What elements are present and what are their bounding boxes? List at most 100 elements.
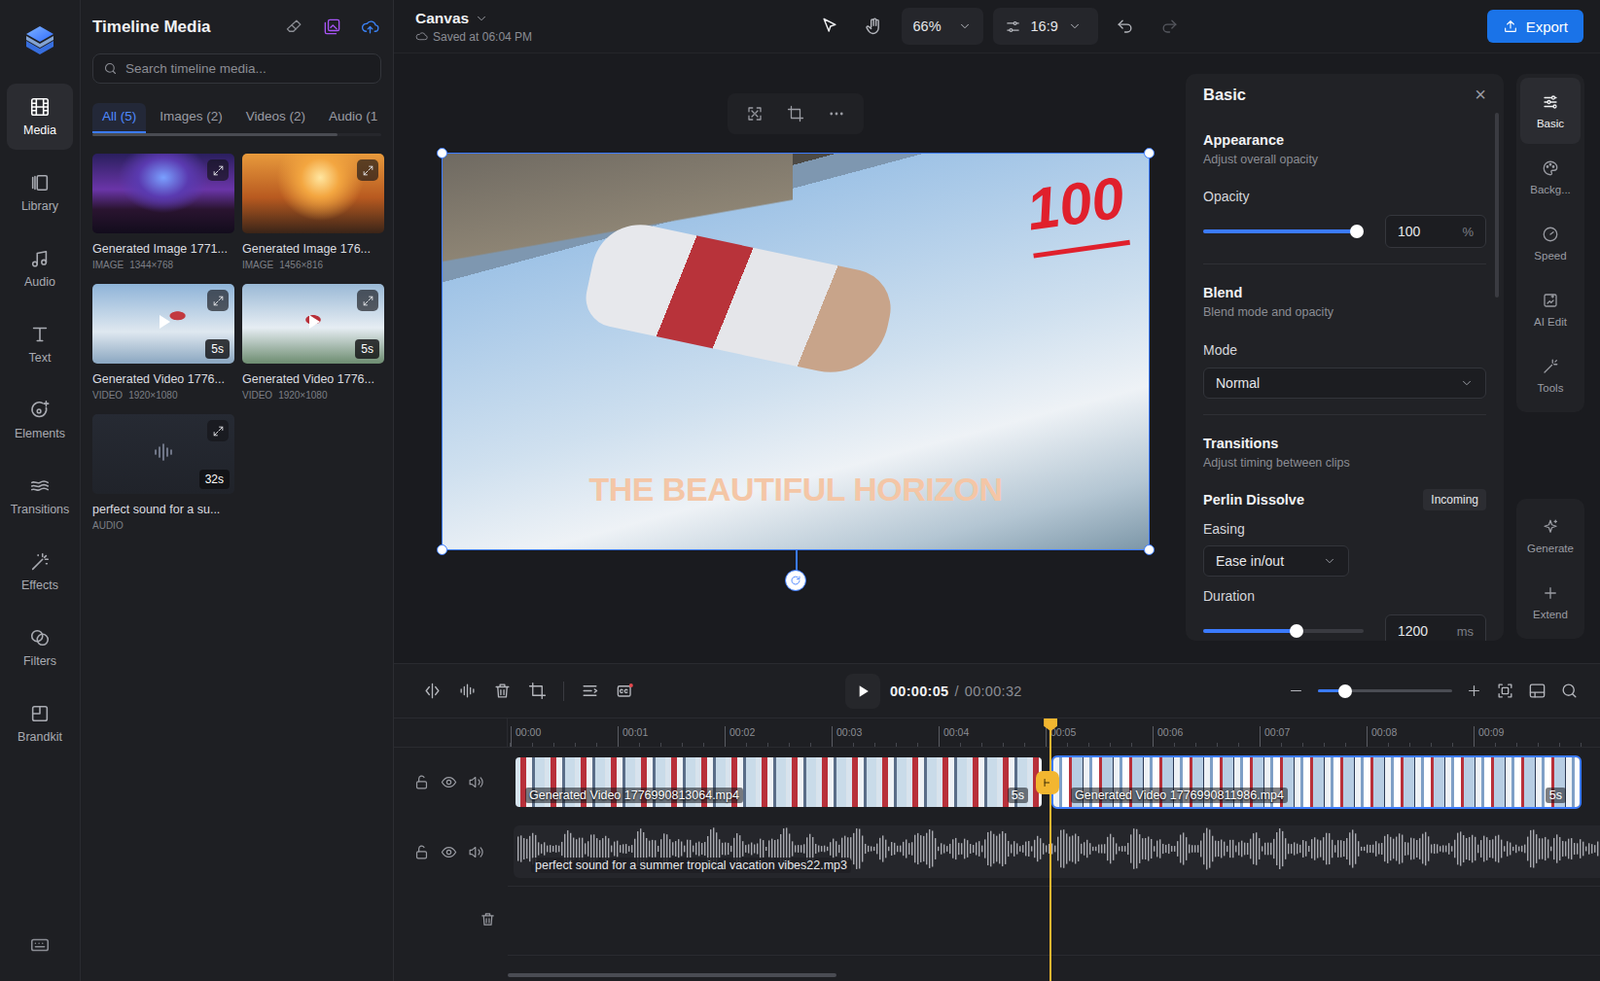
media-meta: AUDIO — [92, 520, 235, 532]
arrange-button[interactable] — [580, 681, 600, 701]
fit-button[interactable] — [739, 98, 771, 130]
search-button[interactable] — [1560, 681, 1579, 701]
top-bar: CanvasSaved at 06:04 PM66%16:9Export — [393, 0, 1600, 54]
tool-tab[interactable]: Tools — [1520, 342, 1581, 409]
zoom-select[interactable]: 66% — [901, 7, 984, 45]
select-value: Normal — [1215, 375, 1260, 392]
video-clip[interactable]: Generated Video 1776990811986.mp45s — [1051, 755, 1582, 810]
blend-mode-select[interactable]: Normal — [1203, 367, 1487, 399]
zoom-knob[interactable] — [1338, 684, 1352, 699]
upload-button[interactable] — [360, 17, 380, 36]
expand-button[interactable] — [356, 159, 379, 181]
aspect-select[interactable]: 16:9 — [993, 7, 1099, 45]
media-tab[interactable]: Audio (1 — [319, 103, 382, 134]
project-menu[interactable]: Canvas — [415, 9, 813, 28]
expand-button[interactable] — [207, 289, 229, 312]
captions-button[interactable] — [615, 681, 635, 701]
undo-button[interactable] — [1107, 8, 1143, 44]
delete-button[interactable] — [493, 681, 512, 701]
rail-item[interactable]: Filters — [6, 614, 73, 681]
opacity-slider-knob[interactable] — [1350, 224, 1364, 239]
storyboard-button[interactable] — [1528, 681, 1547, 701]
more-button[interactable] — [820, 98, 853, 130]
redo-button[interactable] — [1152, 8, 1188, 44]
canvas-frame[interactable]: 100 THE BEAUTIFUL HORIZON — [441, 152, 1150, 551]
easing-select[interactable]: Ease in/out — [1203, 545, 1350, 577]
select-tool[interactable] — [812, 8, 848, 44]
split-button[interactable] — [423, 681, 442, 701]
eye-icon[interactable] — [440, 774, 458, 791]
duration-slider-knob[interactable] — [1289, 624, 1304, 639]
volume-icon[interactable] — [467, 844, 485, 861]
expand-button[interactable] — [207, 420, 229, 442]
fit-timeline-button[interactable] — [1495, 681, 1515, 701]
tool-tab[interactable]: Backg... — [1520, 143, 1581, 211]
close-button[interactable]: × — [1474, 79, 1487, 109]
rail-item[interactable]: Transitions — [6, 462, 73, 530]
sticker[interactable]: 100 — [1023, 168, 1131, 258]
play-button[interactable] — [845, 674, 881, 710]
rail-item[interactable]: Audio — [6, 235, 73, 302]
video-clip[interactable]: Generated Video 1776990813064.mp45s — [513, 755, 1044, 810]
tool-label: Backg... — [1529, 183, 1571, 196]
duration-slider-input[interactable]: 1200ms — [1385, 614, 1487, 641]
transition-marker[interactable] — [1035, 771, 1060, 795]
timeline-zoom-slider[interactable] — [1317, 689, 1453, 693]
keyboard-shortcuts[interactable] — [29, 934, 51, 960]
rail-item[interactable]: Elements — [6, 387, 73, 454]
media-panel-header: Timeline Media — [80, 0, 393, 54]
rail-item[interactable]: Library — [6, 159, 73, 226]
opacity-slider-track[interactable] — [1203, 229, 1364, 234]
rail-item[interactable]: Brandkit — [6, 690, 73, 757]
action-button[interactable]: Extend — [1520, 568, 1581, 636]
media-tab[interactable]: All (5) — [92, 103, 146, 134]
media-tab[interactable]: Images (2) — [149, 103, 233, 134]
eye-icon[interactable] — [440, 844, 458, 861]
lock-icon[interactable] — [413, 774, 430, 791]
delete-track-button[interactable] — [479, 911, 497, 932]
clear-button[interactable] — [284, 17, 304, 36]
search-input[interactable] — [125, 61, 371, 76]
crop-button[interactable] — [528, 681, 547, 701]
rotate-handle[interactable] — [784, 569, 807, 592]
media-card[interactable]: Generated Image 176...IMAGE1456×816 — [242, 153, 385, 271]
playhead[interactable] — [1049, 718, 1052, 981]
media-card[interactable]: Generated Image 1771...IMAGE1344×768 — [92, 153, 235, 271]
action-button[interactable]: Generate — [1520, 502, 1581, 569]
tool-tab[interactable]: Basic — [1520, 77, 1581, 144]
duration-slider-track[interactable] — [1203, 629, 1364, 634]
ruler-row: 00:0000:0100:0200:0300:0400:0500:0600:07… — [393, 718, 1600, 748]
zoom-in-button[interactable] — [1465, 682, 1483, 700]
plus-icon — [1465, 682, 1483, 700]
resize-handle[interactable] — [1143, 147, 1155, 159]
audio-button[interactable] — [458, 681, 477, 701]
expand-button[interactable] — [356, 289, 379, 312]
rail-item[interactable]: Media — [6, 83, 73, 150]
crop-button[interactable] — [780, 98, 812, 130]
tool-tab[interactable]: Speed — [1520, 210, 1581, 277]
pan-tool[interactable] — [856, 8, 892, 44]
rail-item[interactable]: Text — [6, 311, 73, 378]
media-tab[interactable]: Videos (2) — [236, 103, 316, 134]
expand-button[interactable] — [207, 159, 229, 181]
text-layer[interactable]: THE BEAUTIFUL HORIZON — [442, 470, 1149, 509]
media-name: Generated Image 1771... — [92, 242, 235, 256]
rail-item[interactable]: Effects — [6, 538, 73, 605]
tool-tab[interactable]: AI Edit — [1520, 276, 1581, 343]
resize-handle[interactable] — [436, 147, 448, 159]
volume-icon[interactable] — [467, 774, 485, 791]
media-card[interactable]: 32sperfect sound for a su...AUDIO — [92, 414, 235, 532]
lock-icon[interactable] — [413, 844, 430, 861]
media-card[interactable]: 5sGenerated Video 1776...VIDEO1920×1080 — [242, 284, 385, 401]
opacity-slider-input[interactable]: 100% — [1385, 214, 1487, 249]
timeline-scrollbar[interactable] — [507, 973, 837, 978]
audio-clip[interactable]: perfect sound for a summer tropical vaca… — [513, 825, 1600, 879]
export-button[interactable]: Export — [1487, 9, 1584, 43]
add-images-button[interactable] — [322, 17, 342, 36]
media-card[interactable]: 5sGenerated Video 1776...VIDEO1920×1080 — [92, 284, 235, 401]
resize-handle[interactable] — [1143, 544, 1155, 556]
editor-main: CanvasSaved at 06:04 PM66%16:9Export100T… — [393, 0, 1600, 981]
resize-handle[interactable] — [436, 544, 448, 556]
section-subtitle: Adjust overall opacity — [1203, 151, 1487, 168]
zoom-out-button[interactable] — [1287, 682, 1305, 700]
